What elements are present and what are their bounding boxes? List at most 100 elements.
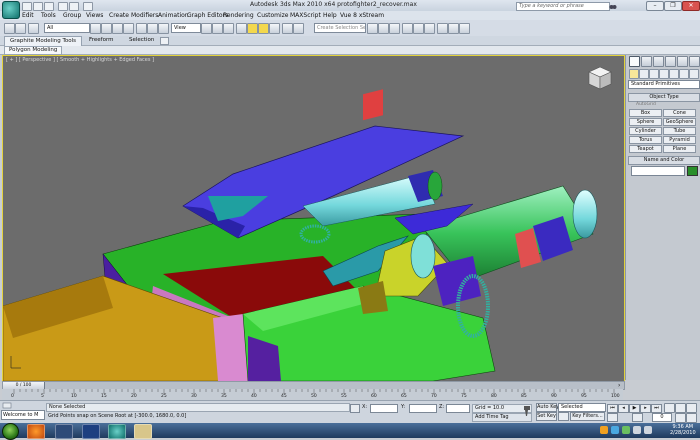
previous-frame-icon[interactable]: ◂ — [618, 404, 629, 413]
next-frame-icon[interactable]: ▸ — [640, 404, 651, 413]
edit-named-selection-icon[interactable] — [282, 23, 293, 34]
folder-icon[interactable] — [55, 424, 73, 439]
percent-snap-icon[interactable] — [258, 23, 269, 34]
menu-rendering[interactable]: Rendering — [223, 11, 254, 20]
ribbon-options-icon[interactable] — [160, 37, 169, 45]
pivot-center-icon[interactable] — [201, 23, 212, 34]
lights-icon[interactable] — [649, 69, 659, 79]
polygon-modeling-button[interactable]: Polygon Modeling — [4, 46, 63, 55]
space-warps-icon[interactable] — [679, 69, 689, 79]
link-icon[interactable] — [28, 23, 39, 34]
save-file-icon[interactable] — [44, 2, 54, 11]
binoculars-icon[interactable] — [609, 2, 617, 10]
set-key-icon[interactable] — [522, 404, 532, 418]
undo-icon[interactable] — [58, 2, 68, 11]
pyramid-button[interactable]: Pyramid — [663, 136, 696, 144]
search-input[interactable]: Type a keyword or phrase — [516, 2, 610, 11]
motion-panel-icon[interactable] — [665, 56, 676, 67]
pan-icon[interactable] — [675, 413, 686, 423]
cylinder-button[interactable]: Cylinder — [629, 127, 662, 135]
z-coordinate-field[interactable] — [446, 404, 470, 413]
plane-button[interactable]: Plane — [663, 145, 696, 153]
select-manipulate-icon[interactable] — [212, 23, 223, 34]
menu-group[interactable]: Group — [63, 11, 81, 20]
menu-maxscript[interactable]: MAXScript — [290, 11, 321, 20]
angle-snap-icon[interactable] — [247, 23, 258, 34]
time-slider-thumb[interactable]: 0 / 100 — [3, 382, 45, 389]
set-key-button[interactable]: Set Key — [536, 412, 557, 421]
selection-filter-dropdown[interactable]: All — [44, 23, 90, 33]
graphite-toggle-icon[interactable] — [389, 23, 400, 34]
tray-icon-2[interactable] — [611, 426, 619, 434]
close-button[interactable]: ✕ — [682, 1, 700, 11]
named-selection-input[interactable]: Create Selection Se — [314, 23, 366, 33]
app-logo-icon[interactable] — [2, 1, 20, 19]
menu-vue-xstream[interactable]: Vue 8 xStream — [340, 11, 384, 20]
primitive-category-dropdown[interactable]: Standard Primitives — [628, 80, 700, 89]
key-mode-dropdown[interactable]: Selected — [558, 403, 606, 412]
autogrid-checkbox[interactable]: AutoGrid — [636, 102, 656, 107]
select-by-name-icon[interactable] — [101, 23, 112, 34]
hierarchy-panel-icon[interactable] — [653, 56, 664, 67]
go-to-start-icon[interactable]: ⏮ — [607, 404, 618, 413]
rectangular-selection-icon[interactable] — [112, 23, 123, 34]
schematic-view-icon[interactable] — [413, 23, 424, 34]
window-crossing-icon[interactable] — [123, 23, 134, 34]
spinner-snap-icon[interactable] — [269, 23, 280, 34]
play-icon[interactable]: ▶ — [629, 404, 640, 413]
start-button[interactable] — [2, 423, 19, 440]
redo-icon[interactable] — [69, 2, 79, 11]
torus-button[interactable]: Torus — [629, 136, 662, 144]
cone-button[interactable]: Cone — [663, 109, 696, 117]
menu-animation[interactable]: Animation — [158, 11, 189, 20]
explorer-icon[interactable] — [134, 424, 152, 439]
select-object-icon[interactable] — [90, 23, 101, 34]
lock-selection-icon[interactable] — [350, 404, 360, 413]
project-folder-icon[interactable] — [83, 2, 93, 11]
cameras-icon[interactable] — [659, 69, 669, 79]
systems-icon[interactable] — [689, 69, 699, 79]
rendered-frame-icon[interactable] — [448, 23, 459, 34]
mirror-icon[interactable] — [293, 23, 304, 34]
create-panel-icon[interactable] — [629, 56, 640, 67]
object-type-rollout[interactable]: Object Type — [628, 93, 700, 102]
volume-icon[interactable] — [644, 426, 652, 434]
firefox-icon[interactable] — [27, 424, 45, 439]
system-clock[interactable]: 9:36 AM 2/28/2010 — [670, 424, 696, 436]
menu-modifiers[interactable]: Modifiers — [131, 11, 158, 20]
tray-icon-1[interactable] — [600, 426, 608, 434]
snap-toggle-icon[interactable] — [236, 23, 247, 34]
menu-create[interactable]: Create — [109, 11, 129, 20]
open-file-icon[interactable] — [33, 2, 43, 11]
object-name-field[interactable] — [631, 166, 685, 176]
render-production-icon[interactable] — [459, 23, 470, 34]
auto-key-button[interactable]: Auto Key — [536, 403, 559, 412]
sphere-button[interactable]: Sphere — [629, 118, 662, 126]
box-button[interactable]: Box — [629, 109, 662, 117]
reference-coordinate-dropdown[interactable]: View — [171, 23, 201, 33]
geometry-icon[interactable] — [629, 69, 639, 79]
render-setup-icon[interactable] — [437, 23, 448, 34]
keyboard-shortcut-icon[interactable] — [223, 23, 234, 34]
menu-tools[interactable]: Tools — [41, 11, 56, 20]
curve-editor-icon[interactable] — [402, 23, 413, 34]
display-panel-icon[interactable] — [677, 56, 688, 67]
undo-toolbar-icon[interactable] — [4, 23, 15, 34]
material-editor-icon[interactable] — [424, 23, 435, 34]
current-frame-field[interactable]: 0 — [652, 413, 672, 422]
scale-icon[interactable] — [158, 23, 169, 34]
rotate-icon[interactable] — [147, 23, 158, 34]
redo-toolbar-icon[interactable] — [15, 23, 26, 34]
geosphere-button[interactable]: GeoSphere — [663, 118, 696, 126]
teapot-button[interactable]: Teapot — [629, 145, 662, 153]
key-icon[interactable] — [558, 412, 569, 421]
menu-edit[interactable]: Edit — [22, 11, 34, 20]
go-to-end-icon[interactable]: ⏭ — [651, 404, 662, 413]
network-icon[interactable] — [633, 426, 641, 434]
menu-views[interactable]: Views — [86, 11, 103, 20]
zoom-icon[interactable] — [664, 403, 675, 413]
utilities-panel-icon[interactable] — [689, 56, 700, 67]
tab-freeform[interactable]: Freeform — [84, 36, 119, 45]
name-and-color-rollout[interactable]: Name and Color — [628, 156, 700, 165]
helpers-icon[interactable] — [669, 69, 679, 79]
